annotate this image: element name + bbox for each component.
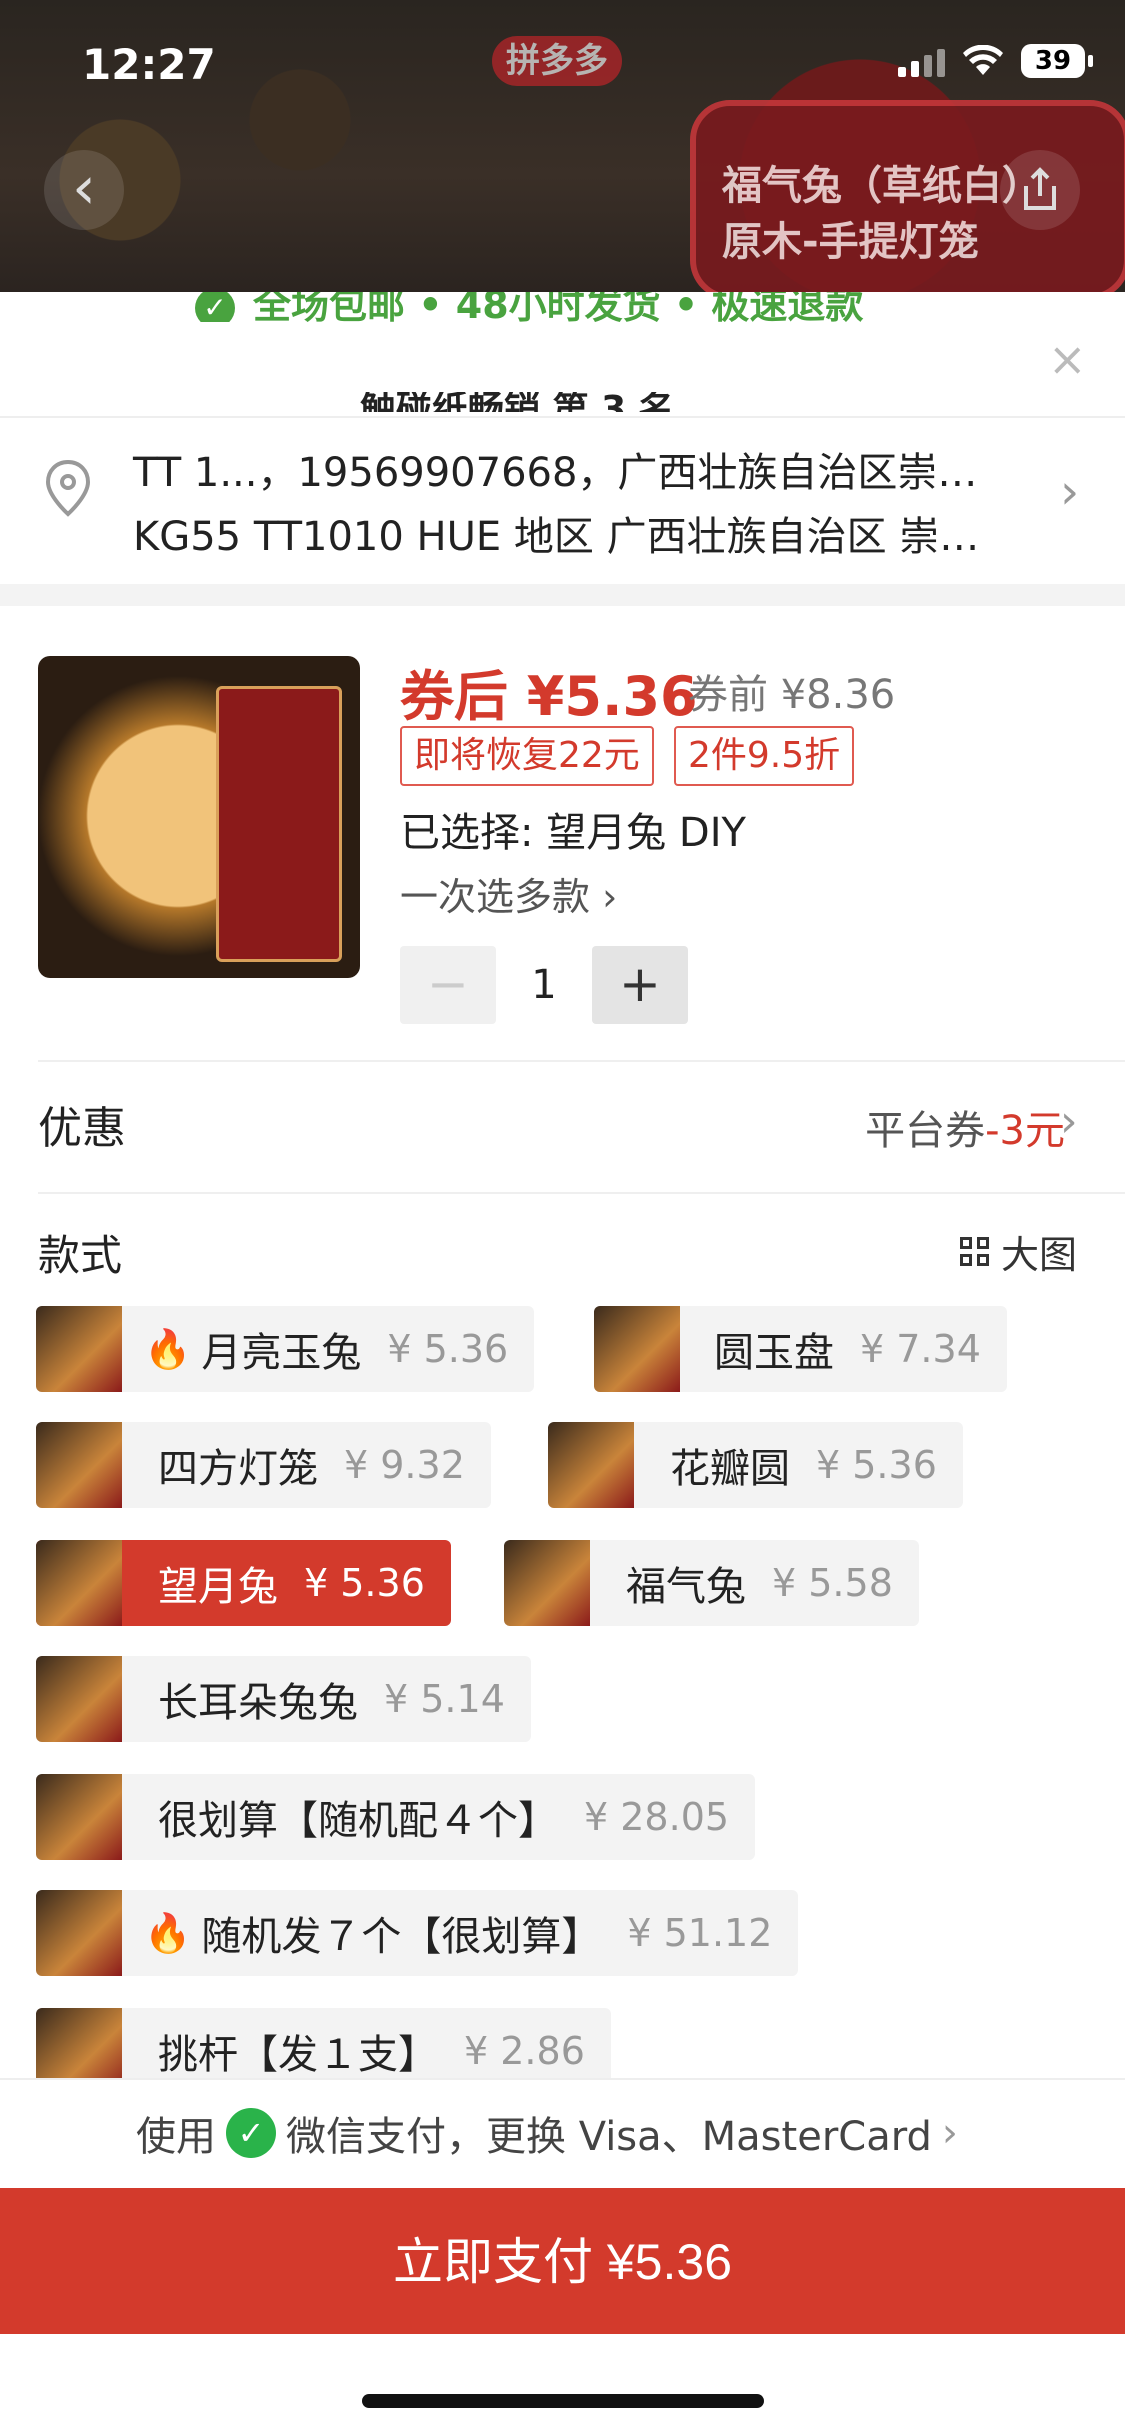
bundle-discount-tag: 2件9.5折	[674, 726, 855, 786]
promo-text: 全场包邮 • 48小时发货 • 极速退款	[253, 292, 864, 322]
pay-now-button[interactable]: 立即支付 ¥5.36	[0, 2188, 1125, 2334]
chevron-right-icon: ›	[590, 875, 618, 919]
decrease-quantity-button[interactable]: −	[400, 946, 496, 1024]
price-after-coupon: 券后 ¥5.36	[400, 665, 698, 728]
ranking-text: 触碰纸畅销 第 3 名	[360, 392, 675, 412]
order-sheet: ✓ 全场包邮 • 48小时发货 • 极速退款 × 触碰纸畅销 第 3 名 TT 1…	[0, 292, 1125, 2436]
quantity-stepper: − 1 +	[400, 946, 688, 1024]
style-option-random-4[interactable]: 很划算【随机配４个】 ¥ 28.05	[36, 1774, 756, 1860]
option-price: ¥ 28.05	[584, 1795, 730, 1839]
option-thumbnail	[594, 1306, 680, 1392]
close-icon[interactable]: ×	[1048, 332, 1087, 386]
big-view-toggle[interactable]: 大图	[960, 1224, 1077, 1279]
multi-select-link[interactable]: 一次选多款 ›	[400, 866, 617, 921]
option-thumbnail	[36, 1540, 122, 1626]
option-name: 挑杆【发１支】	[158, 2032, 438, 2078]
discount-prefix: 平台券	[865, 1108, 986, 1154]
option-name: 随机发７个【很划算】	[201, 1914, 602, 1960]
back-button[interactable]: ‹	[44, 150, 124, 230]
promo-line: ✓ 全场包邮 • 48小时发货 • 极速退款	[195, 292, 863, 322]
option-thumbnail	[548, 1422, 634, 1508]
style-option-lucky-rabbit[interactable]: 福气兔 ¥ 5.58	[504, 1540, 919, 1626]
increase-quantity-button[interactable]: +	[592, 946, 688, 1024]
chevron-right-icon: ›	[1060, 1096, 1078, 1147]
fire-icon: 🔥	[144, 1326, 192, 1371]
discount-value-row[interactable]: 平台券-3元	[865, 1098, 1065, 1156]
price-before-coupon: 券前 ¥8.36	[688, 672, 896, 718]
option-price: ¥ 5.36	[304, 1561, 425, 1605]
cellular-signal-icon	[898, 45, 945, 77]
option-name: 福气兔	[626, 1564, 746, 1610]
grid-icon	[960, 1237, 989, 1266]
style-option-round-jade[interactable]: 圆玉盘 ¥ 7.34	[594, 1306, 1007, 1392]
option-thumbnail	[504, 1540, 590, 1626]
location-pin-icon	[45, 459, 91, 517]
style-option-long-ear-rabbit[interactable]: 长耳朵兔兔 ¥ 5.14	[36, 1656, 531, 1742]
chevron-right-icon: ›	[941, 2110, 958, 2156]
discount-label: 优惠	[38, 1103, 126, 1154]
option-thumbnail	[36, 1890, 122, 1976]
option-price: ¥ 5.14	[384, 1677, 505, 1721]
discount-amount: -3元	[985, 1108, 1065, 1154]
option-name: 四方灯笼	[158, 1446, 318, 1492]
option-name: 望月兔	[158, 1564, 278, 1610]
option-price: ¥ 9.32	[344, 1443, 465, 1487]
style-option-random-7[interactable]: 🔥 随机发７个【很划算】 ¥ 51.12	[36, 1890, 799, 1976]
battery-icon: 39	[1021, 44, 1093, 78]
product-image[interactable]	[38, 656, 360, 978]
status-icons: 39	[898, 44, 1093, 78]
quantity-value[interactable]: 1	[496, 962, 592, 1008]
divider	[38, 1192, 1125, 1194]
option-name: 花瓣圆	[670, 1446, 790, 1492]
payment-prefix: 使用	[136, 2114, 216, 2160]
option-thumbnail	[36, 1774, 122, 1860]
multi-select-label: 一次选多款	[400, 875, 591, 919]
product-image-panel	[216, 686, 342, 962]
divider	[38, 1060, 1125, 1062]
status-time: 12:27	[82, 40, 216, 89]
style-section-label: 款式	[38, 1231, 123, 1280]
style-option-square-lantern[interactable]: 四方灯笼 ¥ 9.32	[36, 1422, 491, 1508]
address-line-1: TT 1...，19569907668，广西壮族自治区崇…	[133, 450, 978, 496]
chevron-right-icon: ›	[1060, 464, 1080, 520]
style-option-moon-rabbit[interactable]: 🔥 月亮玉兔 ¥ 5.36	[36, 1306, 535, 1392]
option-thumbnail	[36, 1422, 122, 1508]
app-badge: 拼多多	[492, 36, 622, 86]
option-name: 圆玉盘	[714, 1330, 834, 1376]
payment-method-row[interactable]: 使用 ✓ 微信支付，更换 Visa、MasterCard ›	[0, 2078, 1125, 2180]
promo-banner: ✓ 全场包邮 • 48小时发货 • 极速退款	[0, 292, 1125, 322]
big-view-label: 大图	[1001, 1233, 1078, 1277]
option-name: 长耳朵兔兔	[158, 1680, 358, 1726]
fire-icon: 🔥	[144, 1910, 192, 1955]
home-indicator[interactable]	[362, 2394, 764, 2408]
section-divider	[0, 584, 1125, 606]
option-name: 很划算【随机配４个】	[158, 1798, 558, 1844]
restore-price-tag: 即将恢复22元	[400, 726, 654, 786]
option-price: ¥ 51.12	[627, 1911, 773, 1955]
wifi-icon	[963, 45, 1003, 75]
option-name: 月亮玉兔	[201, 1330, 362, 1376]
option-thumbnail	[36, 1306, 122, 1392]
selected-variant: 已选择: 望月兔 DIY	[400, 810, 746, 856]
wechat-pay-icon: ✓	[226, 2108, 276, 2158]
address-line-2: KG55 TT1010 HUE 地区 广西壮族自治区 崇…	[133, 514, 980, 560]
option-price: ¥ 7.34	[860, 1327, 981, 1371]
option-price: ¥ 5.58	[772, 1561, 893, 1605]
check-icon: ✓	[195, 292, 235, 322]
address-row[interactable]: TT 1...，19569907668，广西壮族自治区崇… KG55 TT101…	[0, 416, 1125, 586]
style-option-moon-gazing-rabbit[interactable]: 望月兔 ¥ 5.36	[36, 1540, 451, 1626]
option-price: ¥ 2.86	[464, 2029, 585, 2073]
option-price: ¥ 5.36	[816, 1443, 937, 1487]
style-option-petal-round[interactable]: 花瓣圆 ¥ 5.36	[548, 1422, 963, 1508]
ranking-line: 触碰纸畅销 第 3 名	[0, 392, 1125, 412]
share-button[interactable]	[1000, 150, 1080, 230]
share-icon	[1024, 167, 1056, 210]
option-thumbnail	[36, 1656, 122, 1742]
payment-method-label: 微信支付，更换 Visa、MasterCard	[286, 2114, 932, 2160]
option-price: ¥ 5.36	[387, 1327, 509, 1371]
payment-method-text: 使用 ✓ 微信支付，更换 Visa、MasterCard ›	[136, 2104, 958, 2162]
